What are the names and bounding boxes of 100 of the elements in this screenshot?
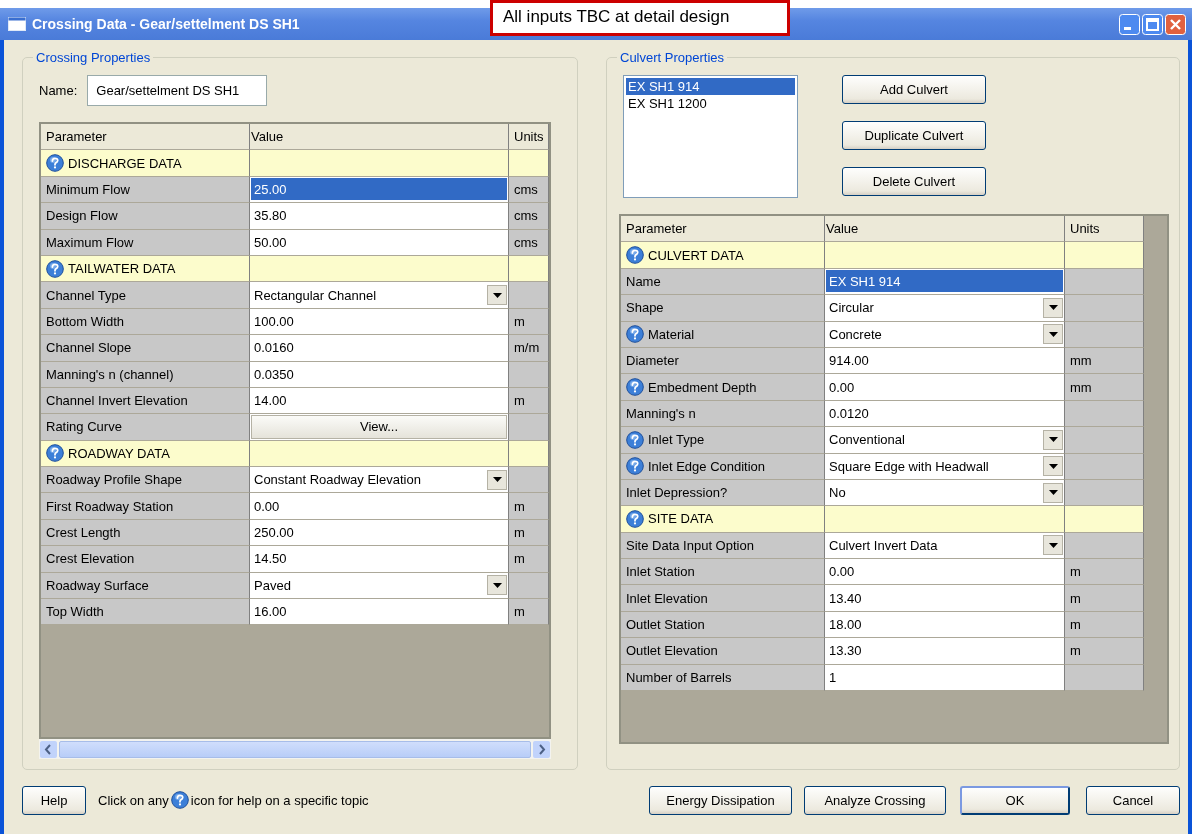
value-dropdown[interactable]: Rectangular Channel (251, 284, 507, 307)
value-field[interactable]: 50.00 (251, 231, 507, 254)
units-cell: m (509, 599, 549, 626)
units-cell: mm (1065, 374, 1144, 401)
section-heading: CULVERT DATA (648, 247, 744, 263)
dialog-button[interactable]: Energy Dissipation (649, 785, 792, 815)
help-icon[interactable] (626, 246, 644, 265)
help-icon[interactable] (626, 457, 644, 476)
parameter-label: Outlet Station (626, 617, 705, 633)
value-field[interactable]: 914.00 (826, 349, 1063, 372)
value-dropdown[interactable]: Concrete (826, 323, 1063, 346)
scrollbar-thumb[interactable] (59, 740, 531, 758)
value-dropdown[interactable]: Square Edge with Headwall (826, 455, 1063, 478)
caret-icon (492, 477, 502, 483)
parameter-label: Diameter (626, 353, 679, 369)
parameter-label: Name (626, 273, 661, 289)
caret-icon (492, 292, 502, 298)
caret-icon (1048, 331, 1058, 337)
value-dropdown[interactable]: Paved (251, 574, 507, 597)
parameter-label: Site Data Input Option (626, 537, 754, 553)
value-field[interactable]: 0.00 (826, 376, 1063, 399)
parameter-label: Inlet Depression? (626, 485, 728, 501)
help-icon[interactable] (46, 259, 64, 278)
help-icon[interactable] (626, 430, 644, 449)
units-cell: m (509, 519, 549, 547)
units-cell: m (1065, 638, 1144, 665)
close-button[interactable] (1165, 13, 1186, 35)
value-dropdown[interactable]: Conventional (826, 428, 1063, 451)
column-header: Value (825, 216, 1065, 243)
parameter-label: First Roadway Station (46, 498, 174, 514)
value-field[interactable]: 0.0120 (826, 402, 1063, 425)
help-icon[interactable] (170, 791, 189, 809)
value-field[interactable]: 1 (826, 666, 1063, 689)
name-label: Name: (39, 83, 78, 98)
parameter-label: Bottom Width (46, 313, 125, 329)
parameter-label: Shape (626, 300, 664, 316)
dialog-button[interactable]: OK (960, 785, 1070, 815)
units-cell: m (1065, 559, 1144, 586)
value-field[interactable]: 16.00 (251, 600, 507, 623)
value-field[interactable]: 14.50 (251, 547, 507, 570)
list-item[interactable]: EX SH1 914 (626, 78, 795, 95)
parameter-label: Manning's n (channel) (46, 366, 174, 382)
hint-text: Click on any (98, 792, 169, 808)
value-field[interactable]: 13.40 (826, 587, 1063, 610)
caret-icon (492, 582, 502, 588)
value-field[interactable]: 0.00 (826, 560, 1063, 583)
help-icon[interactable] (626, 510, 644, 528)
units-cell: m/m (509, 335, 549, 362)
maximize-button[interactable] (1142, 13, 1163, 35)
units-cell: m (509, 546, 549, 573)
group-legend: Culvert Properties (617, 50, 728, 65)
parameter-label: Material (648, 326, 695, 342)
parameter-label: Channel Invert Elevation (46, 393, 188, 409)
units-cell: m (509, 387, 549, 415)
column-header: Units (1065, 216, 1144, 243)
parameter-label: Roadway Profile Shape (46, 472, 182, 488)
caret-icon (1048, 542, 1058, 548)
value-dropdown[interactable]: Circular (826, 296, 1063, 319)
group-legend: Crossing Properties (33, 50, 154, 65)
dialog-button[interactable]: Cancel (1086, 785, 1180, 815)
culvert-button[interactable]: Duplicate Culvert (842, 121, 986, 150)
value-field[interactable]: 100.00 (251, 310, 507, 333)
culvert-button[interactable]: Delete Culvert (842, 167, 986, 196)
value-field[interactable]: 250.00 (251, 521, 507, 544)
value-field[interactable]: 25.00 (251, 178, 507, 201)
culvert-button[interactable]: Add Culvert (842, 75, 986, 104)
units-cell: m (1065, 585, 1144, 612)
value-field[interactable]: 13.30 (826, 639, 1063, 662)
help-icon[interactable] (46, 154, 64, 173)
list-item[interactable]: EX SH1 1200 (626, 95, 795, 112)
column-header: Parameter (41, 124, 250, 151)
minimize-button[interactable] (1119, 13, 1140, 35)
caret-icon (1048, 305, 1058, 311)
window-title: Crossing Data - Gear/settelment DS SH1 (32, 16, 300, 32)
value-field[interactable]: 18.00 (826, 613, 1063, 636)
help-button[interactable]: Help (22, 785, 86, 815)
parameter-label: Embedment Depth (648, 379, 757, 395)
section-heading: SITE DATA (648, 511, 714, 527)
view-button[interactable]: View... (251, 415, 507, 439)
value-field[interactable]: 0.00 (251, 495, 507, 518)
help-icon[interactable] (626, 378, 644, 397)
value-field[interactable]: 0.0160 (251, 336, 507, 359)
section-heading: TAILWATER DATA (68, 261, 176, 277)
value-dropdown[interactable]: Culvert Invert Data (826, 534, 1063, 557)
units-cell: mm (1065, 347, 1144, 375)
value-field[interactable]: 0.0350 (251, 363, 507, 386)
value-field[interactable]: 35.80 (251, 204, 507, 227)
parameter-label: Rating Curve (46, 419, 122, 435)
parameter-label: Roadway Surface (46, 577, 149, 593)
help-icon[interactable] (626, 325, 644, 344)
value-field[interactable]: EX SH1 914 (826, 270, 1063, 293)
value-field[interactable]: 14.00 (251, 389, 507, 412)
help-icon[interactable] (46, 444, 64, 463)
name-field[interactable]: Gear/settelment DS SH1 (87, 75, 268, 106)
value-dropdown[interactable]: No (826, 481, 1063, 504)
caret-icon (1048, 490, 1058, 496)
value-dropdown[interactable]: Constant Roadway Elevation (251, 468, 507, 491)
column-header: Value (250, 124, 509, 151)
horizontal-scrollbar[interactable] (39, 739, 551, 759)
dialog-button[interactable]: Analyze Crossing (804, 785, 946, 815)
